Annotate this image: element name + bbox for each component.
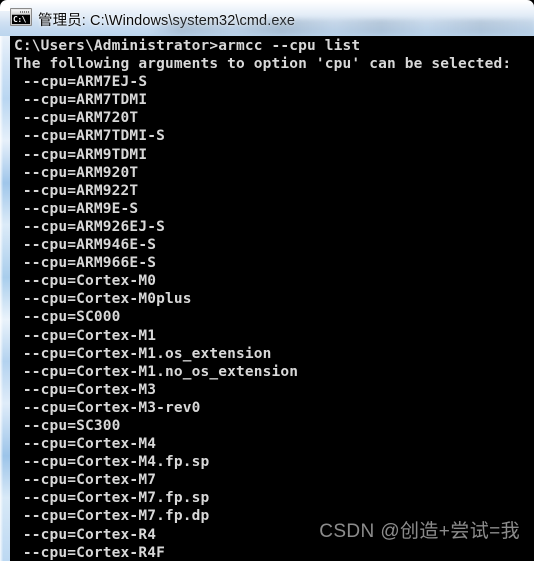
console-cpu-option-line: --cpu=ARM7TDMI-S bbox=[14, 128, 165, 145]
console-text-buffer: C:\Users\Administrator>armcc --cpu list … bbox=[14, 37, 534, 561]
console-cpu-option-line: --cpu=ARM946E-S bbox=[14, 237, 157, 254]
console-cpu-option-line: --cpu=Cortex-M3 bbox=[14, 381, 157, 398]
console-cpu-option-line: --cpu=ARM720T bbox=[14, 110, 139, 127]
console-cpu-option-line: --cpu=Cortex-M1.no_os_extension bbox=[14, 363, 299, 380]
console-cpu-option-line: --cpu=ARM7TDMI bbox=[14, 92, 148, 109]
console-cpu-option-list: --cpu=ARM7EJ-S --cpu=ARM7TDMI --cpu=ARM7… bbox=[14, 73, 534, 561]
window-titlebar[interactable]: C:\ 管理员: C:\Windows\system32\cmd.exe bbox=[0, 0, 534, 36]
cmd-window: C:\ 管理员: C:\Windows\system32\cmd.exe C:\… bbox=[0, 0, 534, 561]
console-message-line: The following arguments to option 'cpu' … bbox=[14, 56, 512, 73]
console-cpu-option-line: --cpu=Cortex-M0plus bbox=[14, 291, 192, 308]
console-cpu-option-line: --cpu=Cortex-M7.fp.dp bbox=[14, 508, 210, 525]
console-cpu-option-line: --cpu=ARM926EJ-S bbox=[14, 218, 165, 235]
console-cpu-option-line: --cpu=Cortex-M0 bbox=[14, 273, 157, 290]
screenshot-root: C:\ 管理员: C:\Windows\system32\cmd.exe C:\… bbox=[0, 0, 534, 561]
icon-screen-glyph: C:\ bbox=[12, 15, 30, 24]
window-left-border bbox=[0, 36, 10, 561]
console-cpu-option-line: --cpu=SC000 bbox=[14, 309, 121, 326]
console-cpu-option-line: --cpu=Cortex-M7.fp.sp bbox=[14, 490, 210, 507]
console-cpu-option-line: --cpu=Cortex-R4F bbox=[14, 544, 165, 561]
console-cpu-option-line: --cpu=ARM7EJ-S bbox=[14, 74, 148, 91]
console-cpu-option-line: --cpu=Cortex-M1.os_extension bbox=[14, 345, 272, 362]
console-cpu-option-line: --cpu=Cortex-M1 bbox=[14, 327, 157, 344]
console-cpu-option-line: --cpu=ARM9E-S bbox=[14, 200, 139, 217]
console-cpu-option-line: --cpu=SC300 bbox=[14, 417, 121, 434]
cmd-console-icon[interactable]: C:\ bbox=[10, 8, 32, 26]
console-cpu-option-line: --cpu=ARM922T bbox=[14, 182, 139, 199]
window-title: 管理员: C:\Windows\system32\cmd.exe bbox=[38, 13, 296, 29]
console-cpu-option-line: --cpu=Cortex-R4 bbox=[14, 526, 157, 543]
titlebar-corner bbox=[0, 1, 10, 11]
console-cpu-option-line: --cpu=ARM9TDMI bbox=[14, 146, 148, 163]
console-client-area[interactable]: C:\Users\Administrator>armcc --cpu list … bbox=[10, 36, 534, 561]
console-cpu-option-line: --cpu=ARM920T bbox=[14, 164, 139, 181]
console-cpu-option-line: --cpu=Cortex-M7 bbox=[14, 472, 157, 489]
console-cpu-option-line: --cpu=Cortex-M4 bbox=[14, 436, 157, 453]
console-cpu-option-line: --cpu=Cortex-M3-rev0 bbox=[14, 399, 201, 416]
console-prompt-line: C:\Users\Administrator>armcc --cpu list bbox=[14, 38, 361, 54]
console-cpu-option-line: --cpu=Cortex-M4.fp.sp bbox=[14, 454, 210, 471]
console-cpu-option-line: --cpu=ARM966E-S bbox=[14, 255, 157, 272]
